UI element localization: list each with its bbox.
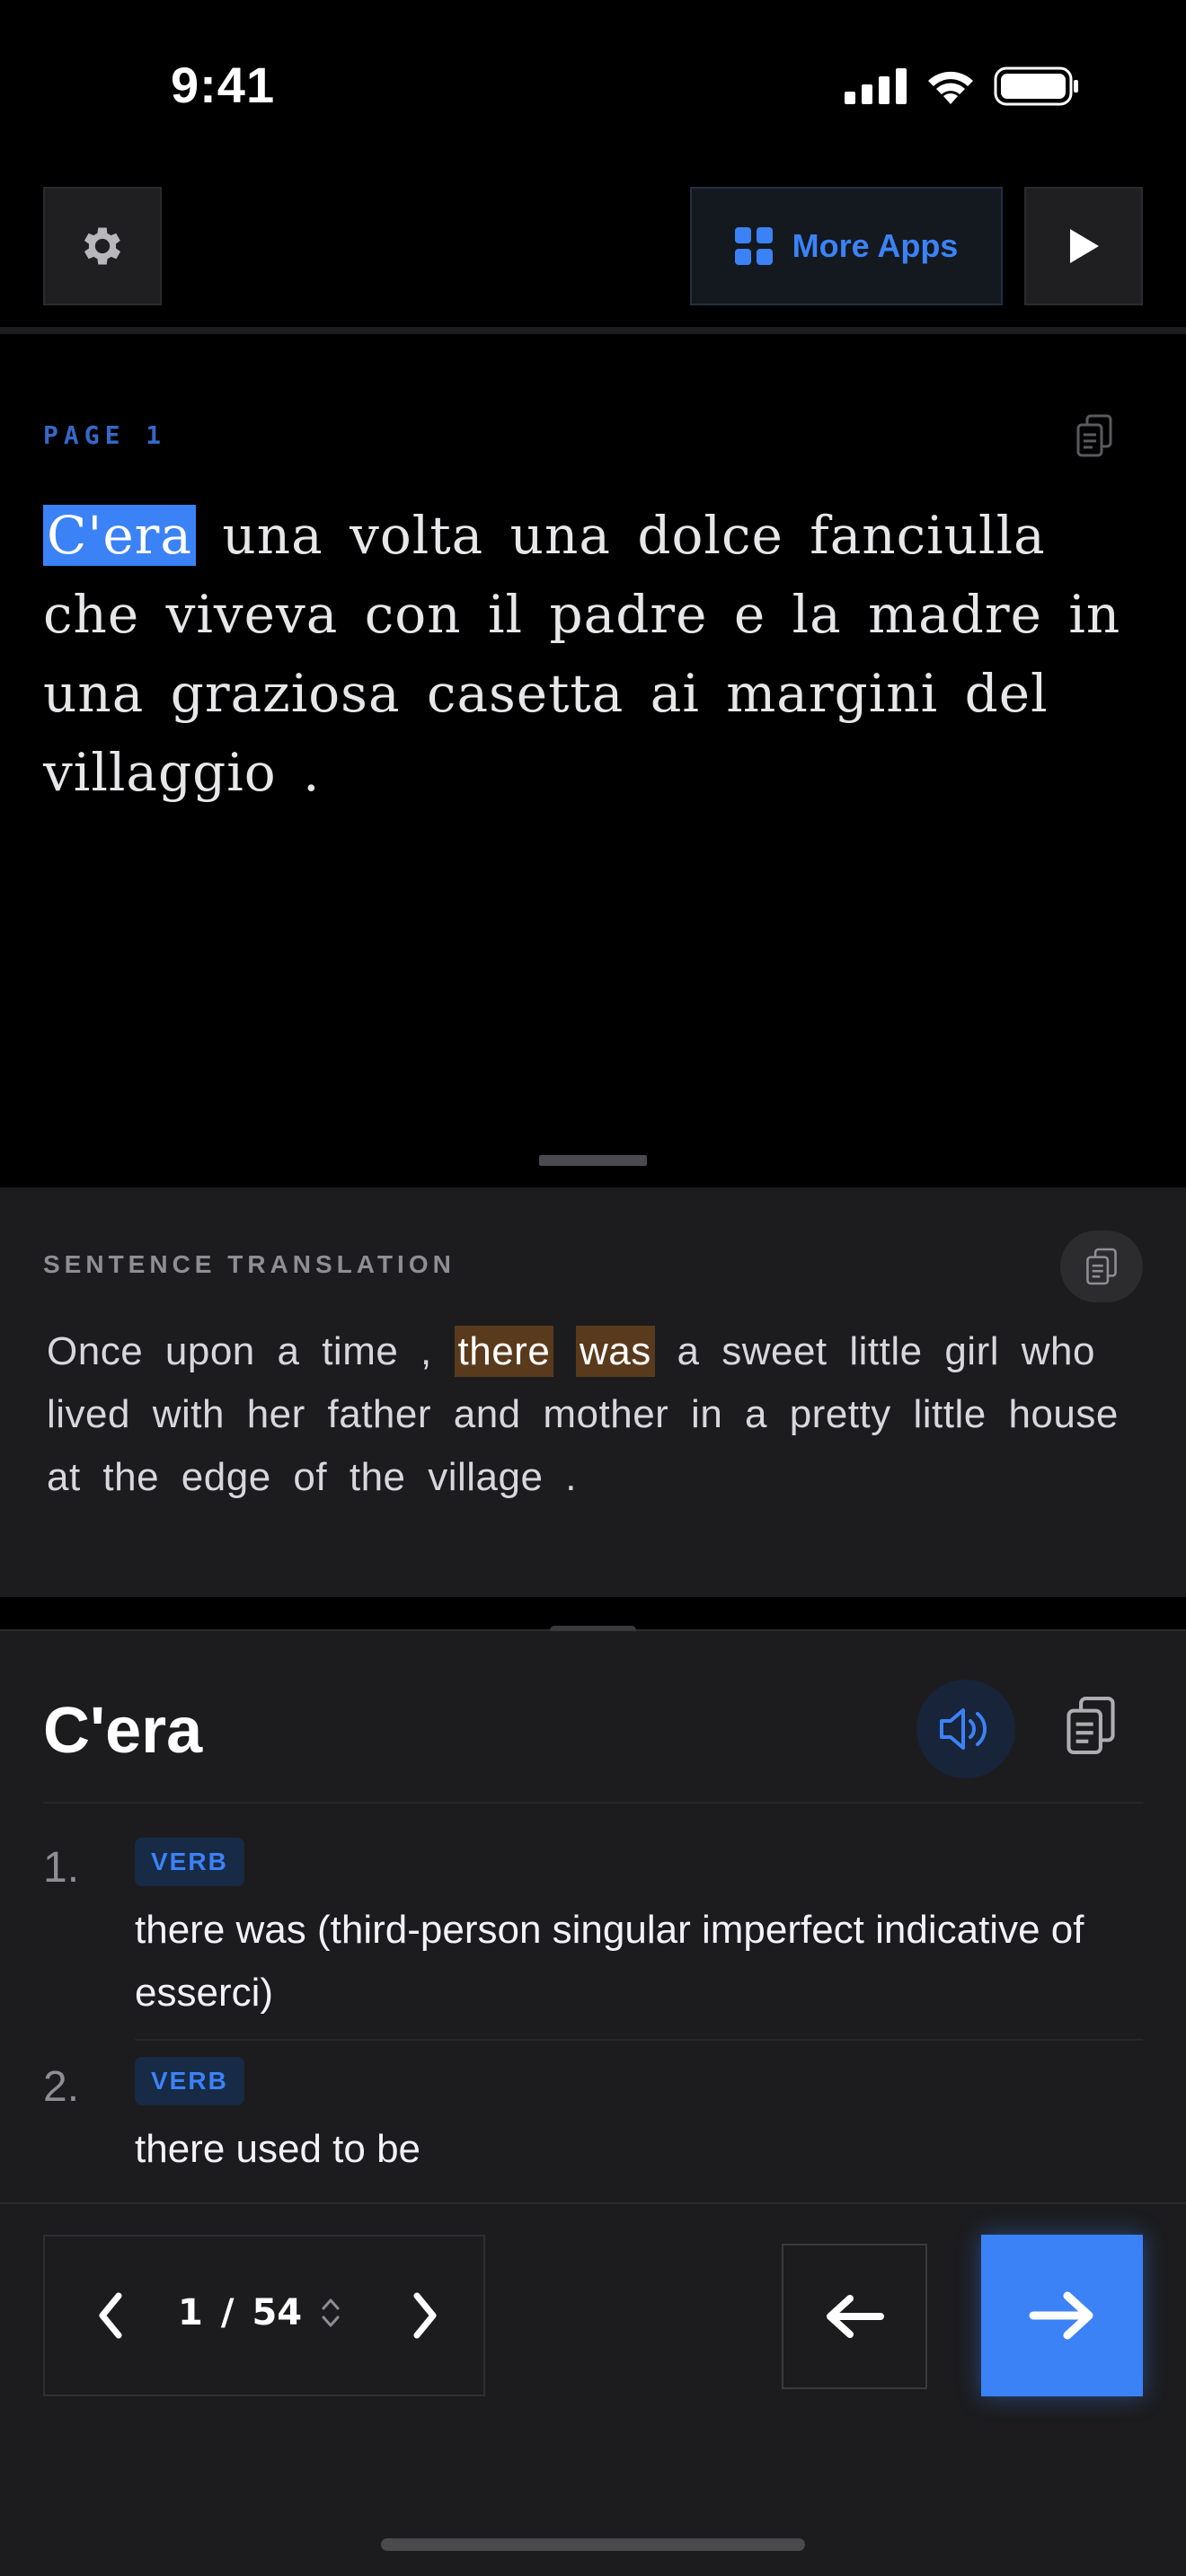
play-icon: [1070, 229, 1099, 263]
copy-icon: [1067, 1696, 1115, 1755]
pos-badge: VERB: [135, 2057, 244, 2105]
bottom-navigation: 1 / 54: [0, 2204, 1186, 2576]
translation-label: SENTENCE TRANSLATION: [43, 1250, 456, 1278]
speaker-icon: [940, 1708, 987, 1750]
page-label: PAGE 1: [43, 420, 167, 450]
status-icons: [845, 66, 1080, 106]
toolbar-divider: [0, 327, 1186, 334]
drag-handle[interactable]: [539, 1155, 647, 1166]
definition-text: there was (third-person singular imperfe…: [135, 1908, 1084, 2015]
play-button[interactable]: [1024, 187, 1143, 305]
total-pages: 54: [252, 2292, 303, 2333]
definition-number: 2.: [43, 2063, 80, 2111]
copy-icon: [1086, 1248, 1117, 1285]
divider: [43, 1802, 1143, 1804]
more-apps-button[interactable]: More Apps: [690, 187, 1003, 305]
dictionary-word: C'era: [43, 1695, 203, 1767]
translation-highlight-1: there: [454, 1326, 554, 1377]
dictionary-panel: C'era 1. VERB there was (third-person si…: [0, 1631, 1186, 2202]
status-bar: 9:41: [0, 0, 1186, 171]
home-indicator[interactable]: [381, 2538, 805, 2551]
pos-badge: VERB: [135, 1838, 244, 1886]
translation-panel: SENTENCE TRANSLATION Once upon a time , …: [0, 1187, 1186, 1597]
copy-word-button[interactable]: [1064, 1694, 1118, 1761]
next-page-button[interactable]: [404, 2283, 446, 2352]
back-button[interactable]: [782, 2244, 927, 2389]
grid-icon: [734, 227, 773, 265]
translation-highlight-2: was: [576, 1326, 655, 1377]
selected-word[interactable]: C'era: [43, 505, 196, 566]
settings-button[interactable]: [43, 187, 162, 305]
translation-before: Once upon a time ,: [47, 1329, 455, 1373]
cellular-signal-icon: [845, 68, 907, 104]
chevron-right-icon: [413, 2292, 437, 2339]
previous-page-button[interactable]: [90, 2283, 131, 2352]
sort-icon: [322, 2298, 340, 2327]
page-selector: 1 / 54: [43, 2235, 485, 2396]
story-text-rest: una volta una dolce fanciulla che viveva…: [43, 505, 1121, 803]
wifi-icon: [928, 71, 973, 104]
translation-text: Once upon a time , there was a sweet lit…: [47, 1320, 1143, 1509]
more-apps-label: More Apps: [792, 227, 959, 264]
arrow-right-icon: [1029, 2291, 1093, 2340]
toolbar: More Apps: [0, 187, 1186, 313]
arrow-left-icon: [827, 2295, 884, 2338]
forward-button[interactable]: [981, 2235, 1143, 2396]
copy-icon: [1076, 414, 1112, 457]
pronounce-button[interactable]: [916, 1680, 1015, 1778]
copy-translation-button[interactable]: [1060, 1231, 1143, 1302]
divider: [135, 2039, 1143, 2041]
page-separator: /: [220, 2292, 235, 2333]
copy-page-button[interactable]: [1075, 413, 1114, 463]
gear-icon: [84, 227, 121, 265]
definition-text: there used to be: [135, 2127, 421, 2171]
battery-icon: [994, 66, 1078, 106]
chevron-left-icon: [99, 2292, 122, 2339]
status-time: 9:41: [171, 57, 276, 113]
story-text[interactable]: C'era una volta una dolce fanciulla che …: [43, 496, 1148, 812]
page-counter[interactable]: 1 / 54: [178, 2292, 341, 2333]
definition-number: 1.: [43, 1844, 80, 1892]
current-page: 1: [178, 2292, 203, 2333]
